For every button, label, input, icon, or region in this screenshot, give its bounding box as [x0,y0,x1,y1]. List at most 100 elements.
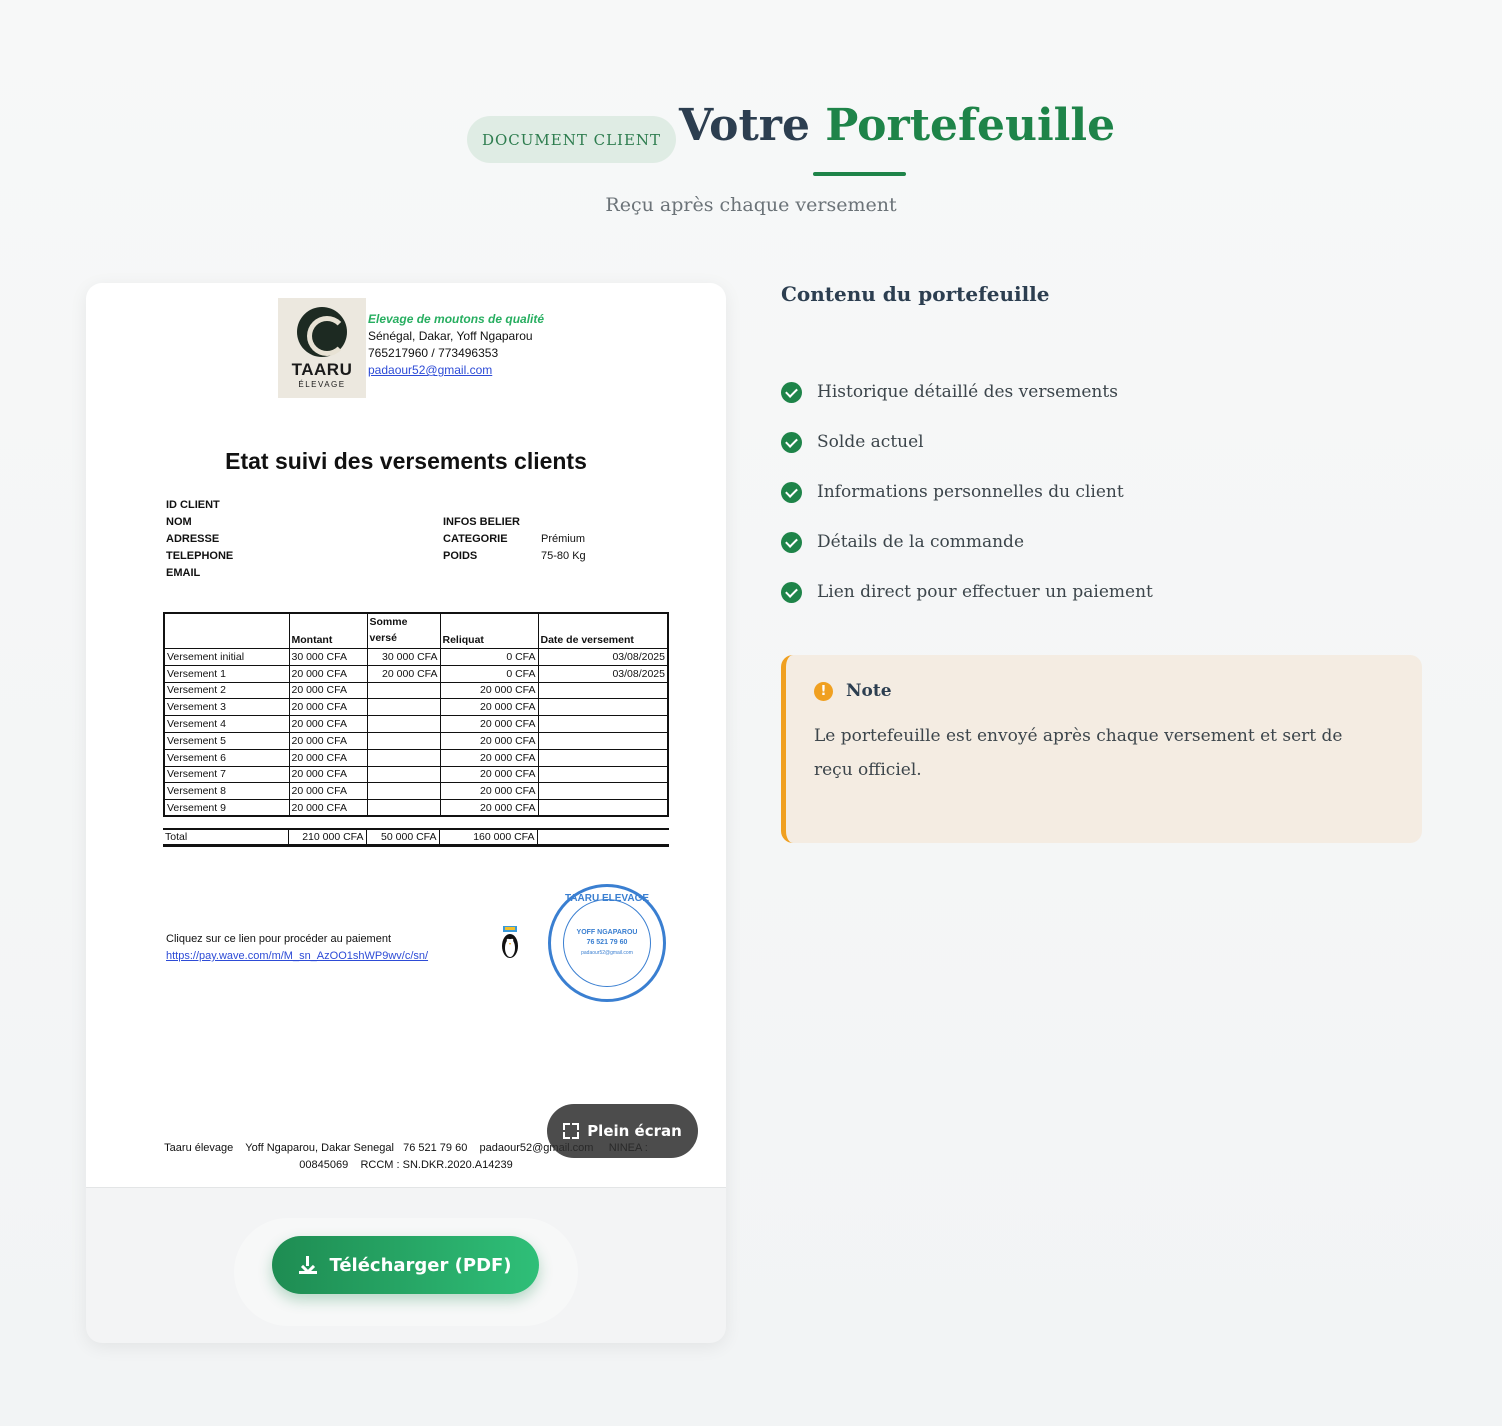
document-client-badge: DOCUMENT CLIENT [467,116,676,163]
field-poids-value: 75-80 Kg [541,550,586,562]
check-circle-icon [781,531,802,553]
table-cell: 30 000 CFA [288,648,368,666]
download-icon [299,1256,318,1274]
document-preview-card: TAARU ÉLEVAGE Elevage de moutons de qual… [86,283,726,1343]
list-item: Informations personnelles du client [781,467,1153,517]
company-stamp: TAARU ELEVAGE YOFF NGAPAROU 76 521 79 60… [548,884,666,1002]
table-cell: 20 000 CFA [439,715,539,733]
stamp-line-3: padaour52@gmail.com [581,950,633,956]
warning-icon: ! [814,681,833,701]
client-fields: ID CLIENT NOM ADRESSE TELEPHONE EMAIL [166,497,233,582]
title-part-1: Votre [679,100,810,151]
table-cell: Versement 6 [163,748,290,767]
list-item-label: Informations personnelles du client [817,482,1124,502]
payments-table: Montant Somme versé Reliquat Date de ver… [163,612,669,818]
table-cell: 20 000 CFA [288,731,368,750]
total-row: Total 210 000 CFA 50 000 CFA 160 000 CFA [163,829,669,845]
table-cell [537,748,669,767]
table-row: Versement 3 20 000 CFA 20 000 CFA [163,698,669,717]
table-cell: 20 000 CFA [288,748,368,767]
note-text: Le portefeuille est envoyé après chaque … [814,726,1343,780]
list-item-label: Historique détaillé des versements [817,382,1118,402]
table-row: Versement 2 20 000 CFA 20 000 CFA [163,681,669,700]
table-cell: Versement 7 [163,765,290,784]
stamp-line-1: YOFF NGAPAROU [576,929,638,936]
list-item-label: Lien direct pour effectuer un paiement [817,582,1153,602]
table-cell: Versement 5 [163,731,290,750]
total-date [536,829,669,845]
table-header: Date de versement [537,612,669,649]
check-circle-icon [781,431,802,453]
page-title: Votre Portefeuille [679,100,1115,151]
table-cell: 20 000 CFA [439,765,539,784]
fullscreen-button[interactable]: Plein écran [547,1104,698,1158]
stamp-inner: YOFF NGAPAROU 76 521 79 60 padaour52@gma… [563,899,651,987]
table-row: Versement 6 20 000 CFA 20 000 CFA [163,748,669,767]
note-title: Note [846,681,892,701]
logo-name: TAARU [291,360,353,379]
list-item: Solde actuel [781,417,1153,467]
payment-link-section: Cliquez sur ce lien pour procéder au pai… [166,931,428,965]
note-box: ! Note Le portefeuille est envoyé après … [781,655,1422,843]
belier-fields: INFOS BELIER CATEGORIE Prémium POIDS 75-80… [443,514,586,565]
company-logo: TAARU ÉLEVAGE [278,298,366,398]
field-id-client: ID CLIENT [166,499,220,511]
table-row: Versement 8 20 000 CFA 20 000 CFA [163,782,669,801]
fullscreen-icon [563,1123,580,1139]
company-address: Sénégal, Dakar, Yoff Ngaparou [368,329,533,343]
table-cell: 20 000 CFA [288,698,368,717]
field-poids: POIDS [443,550,478,562]
payment-url-link[interactable]: https://pay.wave.com/m/M_sn_AzOO1shWP9wv… [166,948,428,965]
field-email: EMAIL [166,567,201,579]
company-tagline: Elevage de moutons de qualité [368,312,545,326]
company-email-link[interactable]: padaour52@gmail.com [368,362,544,379]
table-cell: Versement 1 [163,664,290,683]
total-reliquat: 160 000 CFA [438,829,537,845]
field-infos-belier: INFOS BELIER [443,516,521,528]
table-cell: 20 000 CFA [439,731,539,750]
table-cell [366,681,441,700]
table-header: Reliquat [439,612,539,649]
table-cell: 20 000 CFA [439,681,539,700]
table-cell: 20 000 CFA [439,698,539,717]
contents-title: Contenu du portefeuille [781,282,1050,306]
fullscreen-label: Plein écran [587,1122,682,1140]
table-cell: 20 000 CFA [288,782,368,801]
total-table: Total 210 000 CFA 50 000 CFA 160 000 CFA [163,828,669,847]
total-montant: 210 000 CFA [287,829,366,845]
table-header [163,612,290,649]
table-cell: 20 000 CFA [288,681,368,700]
page-subtitle: Reçu après chaque versement [605,194,897,216]
table-cell: 20 000 CFA [288,715,368,733]
field-nom: NOM [166,516,192,528]
table-cell [537,782,669,801]
title-part-2: Portefeuille [825,100,1116,151]
table-cell: Versement 3 [163,698,290,717]
stamp-top-text: TAARU ELEVAGE [564,893,650,904]
list-item: Historique détaillé des versements [781,367,1153,417]
list-item: Lien direct pour effectuer un paiement [781,567,1153,617]
table-cell: 20 000 CFA [439,799,539,817]
table-row: Versement 9 20 000 CFA 20 000 CFA [163,799,669,817]
table-cell: 20 000 CFA [288,664,368,683]
table-cell [537,715,669,733]
contents-list: Historique détaillé des versements Solde… [781,367,1153,617]
table-cell [537,765,669,784]
download-pdf-button[interactable]: Télécharger (PDF) [272,1236,539,1294]
table-cell [366,799,441,817]
check-circle-icon [781,581,802,603]
penguin-icon [502,926,518,958]
check-circle-icon [781,381,802,403]
ram-icon [297,307,347,357]
table-cell: 03/08/2025 [537,648,669,666]
table-header: Montant [288,612,368,649]
table-cell: Versement initial [163,648,290,666]
company-info: Elevage de moutons de qualité Sénégal, D… [368,311,544,379]
table-cell: 0 CFA [439,648,539,666]
logo-sub: ÉLEVAGE [298,380,346,389]
table-row: Versement 4 20 000 CFA 20 000 CFA [163,715,669,733]
stamp-line-2: 76 521 79 60 [586,939,628,946]
field-categorie: CATEGORIE [443,533,508,545]
title-underline [813,172,906,176]
field-categorie-value: Prémium [541,533,586,545]
